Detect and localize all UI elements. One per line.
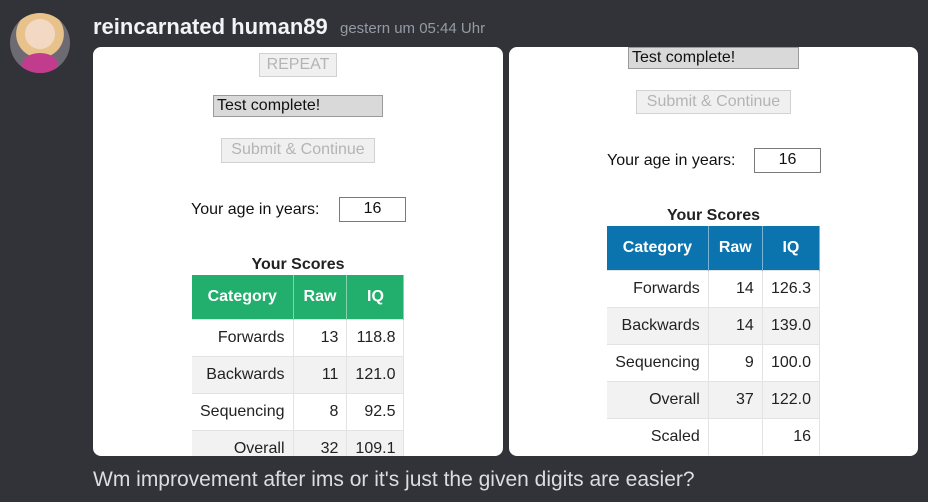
raw-cell: 13 <box>293 319 348 357</box>
column-header: Category <box>607 226 709 271</box>
message-text: Wm improvement after ims or it's just th… <box>93 468 695 491</box>
iq-cell: 121.0 <box>346 356 405 394</box>
scores-table: Category Raw IQ Forwards 13 118.8 Backwards 11… <box>192 275 405 456</box>
table-row: Forwards 13 118.8 <box>192 319 405 357</box>
category-cell: Backwards <box>607 307 709 345</box>
table-row: Sequencing 9 100.0 <box>607 344 821 382</box>
iq-cell: 139.0 <box>762 307 821 345</box>
age-label: Your age in years: <box>191 201 320 218</box>
category-cell: Overall <box>192 430 294 456</box>
category-cell: Sequencing <box>607 344 709 382</box>
image-attachment-left[interactable]: REPEAT Test complete! Submit & Continue … <box>93 47 503 456</box>
category-cell: Overall <box>607 381 709 419</box>
table-row: Forwards 14 126.3 <box>607 270 821 308</box>
repeat-button: REPEAT <box>259 53 337 77</box>
test-status-field: Test complete! <box>628 47 799 69</box>
scores-title: Your Scores <box>666 207 761 224</box>
iq-cell: 100.0 <box>762 344 821 382</box>
submit-continue-button: Submit & Continue <box>221 138 375 163</box>
raw-cell: 14 <box>708 307 763 345</box>
avatar-image-detail <box>22 53 58 73</box>
raw-cell: 37 <box>708 381 763 419</box>
table-header-row: Category Raw IQ <box>607 226 821 271</box>
raw-cell: 14 <box>708 270 763 308</box>
column-header: Raw <box>708 226 763 271</box>
raw-cell: 11 <box>293 356 348 394</box>
raw-cell <box>708 418 763 455</box>
table-row: Overall 32 109.1 <box>192 430 405 456</box>
raw-cell: 9 <box>708 344 763 382</box>
column-header: Category <box>192 275 294 320</box>
raw-cell: 32 <box>293 430 348 456</box>
category-cell: Forwards <box>192 319 294 357</box>
category-cell: Forwards <box>607 270 709 308</box>
iq-cell: 16 <box>762 418 821 455</box>
iq-cell: 109.1 <box>346 430 405 456</box>
category-cell: Sequencing <box>192 393 294 431</box>
test-status-field: Test complete! <box>213 95 383 117</box>
column-header: IQ <box>762 226 821 271</box>
column-header: IQ <box>346 275 405 320</box>
category-cell: Backwards <box>192 356 294 394</box>
scores-table: Category Raw IQ Forwards 14 126.3 Backwards 14… <box>607 226 821 455</box>
iq-cell: 126.3 <box>762 270 821 308</box>
age-label: Your age in years: <box>607 152 736 169</box>
category-cell: Scaled <box>607 418 709 455</box>
table-header-row: Category Raw IQ <box>192 275 405 320</box>
table-row: Backwards 14 139.0 <box>607 307 821 345</box>
iq-cell: 122.0 <box>762 381 821 419</box>
raw-cell: 8 <box>293 393 348 431</box>
column-header: Raw <box>293 275 348 320</box>
message-timestamp: gestern um 05:44 Uhr <box>340 20 486 37</box>
table-row: Overall 37 122.0 <box>607 381 821 419</box>
scores-title: Your Scores <box>251 256 345 273</box>
iq-cell: 118.8 <box>346 319 405 357</box>
age-input: 16 <box>754 148 821 173</box>
submit-continue-button: Submit & Continue <box>636 90 791 114</box>
table-row: Scaled 16 <box>607 418 821 455</box>
table-row: Sequencing 8 92.5 <box>192 393 405 431</box>
table-row: Backwards 11 121.0 <box>192 356 405 394</box>
user-avatar[interactable] <box>10 13 70 73</box>
iq-cell: 92.5 <box>346 393 405 431</box>
username[interactable]: reincarnated human89 <box>93 14 328 40</box>
image-attachment-right[interactable]: Test complete! Submit & Continue Your ag… <box>509 47 918 456</box>
age-input: 16 <box>339 197 406 222</box>
